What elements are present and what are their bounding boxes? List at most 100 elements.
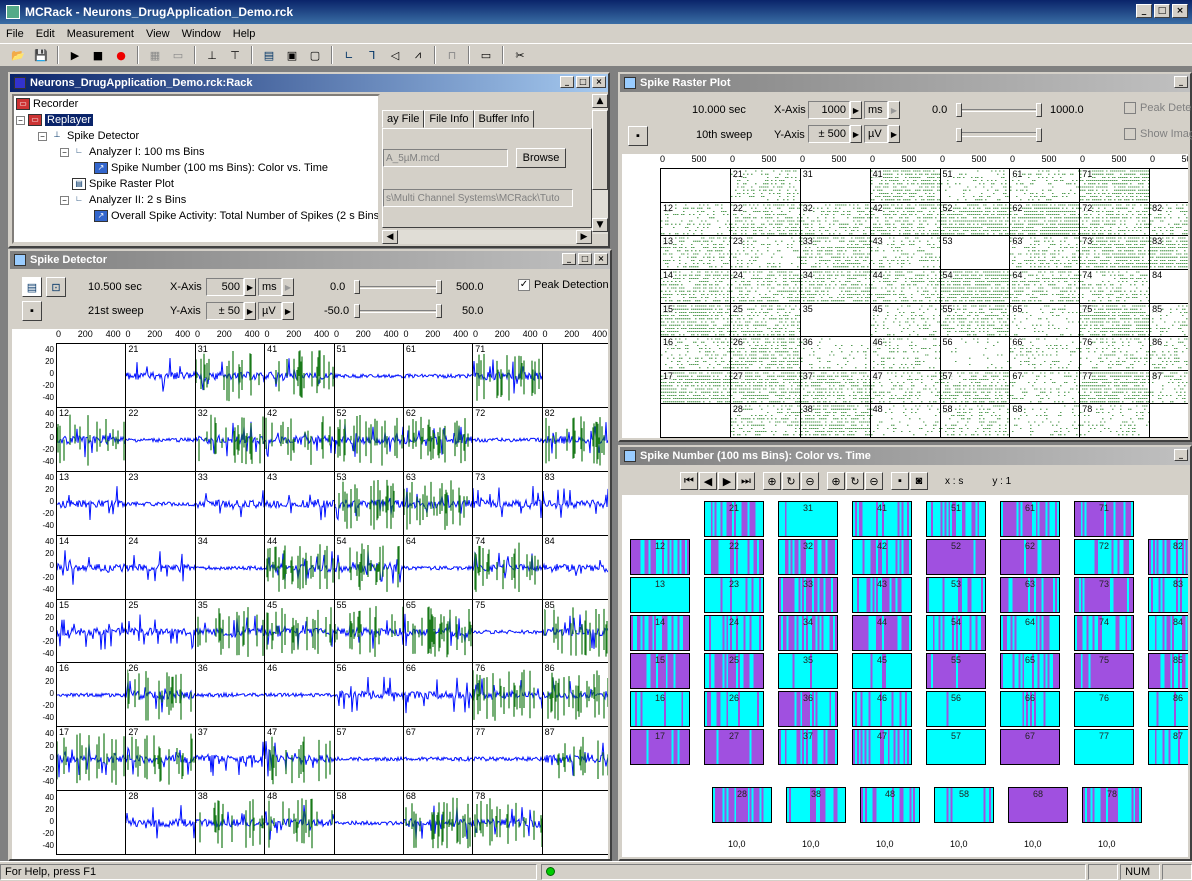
raster-cell[interactable]: 12 — [661, 202, 731, 237]
raster-cell[interactable] — [1150, 404, 1188, 438]
channel-cell[interactable]: 14 — [57, 535, 127, 600]
raster-cell[interactable]: 45 — [870, 303, 941, 338]
tree-item-recorder[interactable]: ▭ Recorder — [16, 98, 78, 110]
raster-cell[interactable]: 64 — [1010, 269, 1081, 304]
peak-detection-checkbox[interactable]: ✓ Peak Detection — [518, 279, 609, 291]
raster-cell[interactable]: 66 — [1010, 337, 1081, 371]
raster-cell[interactable]: 58 — [940, 404, 1011, 438]
heat-cell[interactable]: 82 — [1148, 539, 1188, 575]
raster-icon[interactable]: ▤ — [259, 46, 279, 64]
raster-cell[interactable]: 33 — [800, 236, 871, 270]
raster-cell[interactable]: 35 — [800, 303, 871, 338]
channel-cell[interactable]: 13 — [57, 471, 127, 536]
channel-cell[interactable]: 12 — [57, 407, 127, 472]
raster-cell[interactable]: 44 — [870, 269, 941, 304]
channel-cell[interactable]: 38 — [195, 791, 266, 855]
minimize-icon[interactable]: _ — [1174, 449, 1188, 461]
heat-cell[interactable]: 37 — [778, 729, 838, 765]
channel-cell[interactable]: 28 — [126, 791, 196, 855]
channel-cell[interactable]: 76 — [473, 663, 543, 728]
heat-cell[interactable]: 67 — [1000, 729, 1060, 765]
channel-cell[interactable]: 48 — [265, 791, 335, 855]
raster-cell[interactable]: 15 — [661, 303, 731, 338]
channel-cell[interactable]: 68 — [403, 791, 474, 855]
zoom-out-x-icon[interactable]: ⊖ — [801, 472, 819, 490]
tree-item-analyzer-2[interactable]: − ∟ Analyzer II: 2 s Bins — [60, 194, 186, 206]
channel-cell[interactable]: 22 — [126, 407, 196, 472]
heat-cell[interactable]: 86 — [1148, 691, 1188, 727]
channel-cell[interactable]: 75 — [473, 599, 543, 664]
channel-cell[interactable]: 25 — [126, 599, 196, 664]
channel-cell[interactable]: 61 — [403, 344, 474, 408]
raster-x-unit[interactable]: ms — [864, 101, 888, 119]
channel-cell[interactable]: 43 — [265, 471, 335, 536]
channel-cell[interactable]: 31 — [195, 344, 266, 408]
collapse-icon[interactable]: − — [60, 147, 69, 157]
channel-cell[interactable]: 36 — [195, 663, 266, 728]
heat-cell[interactable]: 61 — [1000, 501, 1060, 537]
save-icon[interactable]: ▪ — [891, 472, 909, 490]
raster-cell[interactable]: 55 — [940, 303, 1011, 338]
next-icon[interactable]: ▶ — [718, 472, 736, 490]
heat-cell[interactable]: 23 — [704, 577, 764, 613]
raster-cell[interactable]: 63 — [1010, 236, 1081, 270]
minimize-icon[interactable]: _ — [1136, 4, 1152, 18]
channel-cell[interactable]: 45 — [265, 599, 335, 664]
raster-y-slider[interactable] — [956, 128, 1042, 142]
heat-cell[interactable]: 26 — [704, 691, 764, 727]
heat-cell[interactable]: 46 — [852, 691, 912, 727]
minimize-icon[interactable]: _ — [560, 76, 574, 88]
raster-cell[interactable]: 67 — [1010, 370, 1081, 405]
heat-cell[interactable]: 62 — [1000, 539, 1060, 575]
filter-icon[interactable]: ᒣ — [362, 46, 382, 64]
maximize-icon[interactable]: □ — [578, 253, 592, 265]
x-range-slider[interactable] — [354, 280, 442, 294]
open-icon[interactable]: 📂 — [8, 46, 28, 64]
collapse-icon[interactable]: − — [60, 195, 69, 205]
channel-cell[interactable]: 73 — [473, 471, 543, 536]
channel-cell[interactable]: 37 — [195, 727, 266, 792]
raster-cell[interactable]: 23 — [730, 236, 801, 270]
raster-x-axis-value[interactable]: 1000 — [808, 101, 850, 119]
path-field[interactable]: s\Multi Channel Systems\MCRack\Tuto — [383, 189, 573, 207]
scroll-up-icon[interactable]: ▲ — [592, 94, 608, 108]
raster-cell[interactable]: 51 — [940, 169, 1011, 203]
raster-cell[interactable]: 48 — [870, 404, 941, 438]
heat-cell[interactable]: 76 — [1074, 691, 1134, 727]
raster-cell[interactable]: 62 — [1010, 202, 1081, 237]
channel-cell[interactable]: 51 — [334, 344, 404, 408]
raster-cell[interactable]: 42 — [870, 202, 941, 237]
raster-cell[interactable]: 86 — [1150, 337, 1188, 371]
scroll-right-icon[interactable]: ▶ — [576, 230, 592, 244]
zoom-in-x-icon[interactable]: ⊕ — [763, 472, 781, 490]
heat-cell[interactable]: 47 — [852, 729, 912, 765]
raster-cell[interactable]: 27 — [730, 370, 801, 405]
raster-cell[interactable]: 53 — [940, 236, 1011, 270]
last-icon[interactable]: ⏭ — [737, 472, 755, 490]
rack-hscroll[interactable]: ◀ ▶ — [382, 230, 592, 244]
y-range-slider[interactable] — [354, 304, 442, 318]
sound-icon[interactable]: ◁ — [385, 46, 405, 64]
channel-cell[interactable]: 78 — [473, 791, 543, 855]
maximize-icon[interactable]: □ — [1154, 4, 1170, 18]
heat-cell[interactable]: 43 — [852, 577, 912, 613]
channel-cell[interactable]: 82 — [542, 407, 608, 472]
single-view-icon[interactable]: ⊡ — [46, 277, 66, 297]
heat-cell[interactable]: 51 — [926, 501, 986, 537]
heat-cell[interactable]: 16 — [630, 691, 690, 727]
channel-cell[interactable] — [57, 791, 127, 855]
channel-cell[interactable]: 71 — [473, 344, 543, 408]
heat-cell[interactable]: 27 — [704, 729, 764, 765]
channel-cell[interactable]: 21 — [126, 344, 196, 408]
raster-cell[interactable]: 24 — [730, 269, 801, 304]
heat-cell[interactable]: 15 — [630, 653, 690, 689]
raster-cell[interactable]: 41 — [870, 169, 941, 203]
channel-cell[interactable]: 86 — [542, 663, 608, 728]
scroll-left-icon[interactable]: ◀ — [382, 230, 398, 244]
raster-cell[interactable]: 74 — [1080, 269, 1151, 304]
channel-cell[interactable]: 34 — [195, 535, 266, 600]
minimize-icon[interactable]: _ — [1174, 76, 1188, 88]
analyzer-icon[interactable]: ∟ — [339, 46, 359, 64]
channel-cell[interactable]: 42 — [265, 407, 335, 472]
channel-cell[interactable]: 26 — [126, 663, 196, 728]
